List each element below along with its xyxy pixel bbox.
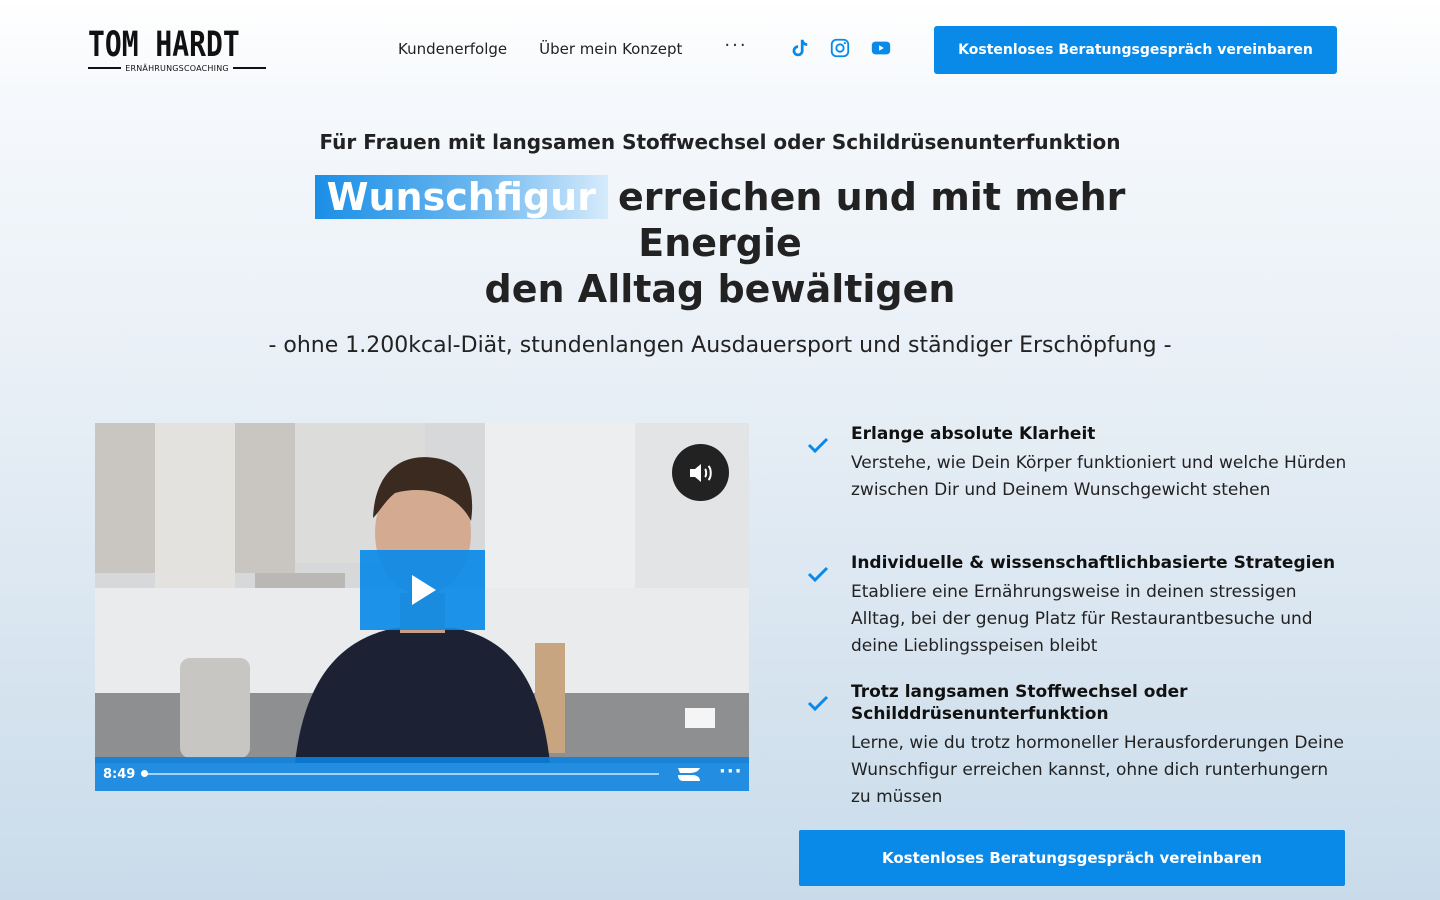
- play-button[interactable]: [360, 550, 485, 630]
- main-nav: Kundenerfolge Über mein Konzept ···: [398, 35, 748, 59]
- hero-kicker: Für Frauen mit langsamen Stoffwechsel od…: [319, 130, 1121, 154]
- cta-button-header[interactable]: Kostenloses Beratungsgespräch vereinbare…: [934, 26, 1337, 74]
- video-more-options-icon[interactable]: ···: [719, 761, 743, 782]
- instagram-icon[interactable]: [829, 37, 851, 59]
- headline-highlight: Wunschfigur: [314, 175, 608, 219]
- feature-item: Trotz langsamen Stoffwechsel oder Schild…: [806, 681, 1351, 811]
- logo-divider-left: [88, 67, 122, 69]
- feature-title: Individuelle & wissenschaftlichbasierte …: [851, 553, 1336, 573]
- checkmark-icon: [807, 695, 829, 712]
- feature-item: Individuelle & wissenschaftlichbasierte …: [806, 552, 1351, 660]
- feature-title: Trotz langsamen Stoffwechsel oder Schild…: [851, 682, 1188, 724]
- nav-more-icon[interactable]: ···: [724, 35, 747, 56]
- video-controls: 8:49 ···: [95, 757, 749, 791]
- youtube-icon[interactable]: [870, 37, 892, 59]
- checkmark-icon: [807, 437, 829, 454]
- checkmark-icon: [807, 566, 829, 583]
- headline-line-2: den Alltag bewältigen: [484, 267, 956, 311]
- feature-text: Verstehe, wie Dein Körper funktioniert u…: [851, 453, 1347, 500]
- volume-icon: [689, 463, 712, 482]
- wistia-logo-icon[interactable]: [677, 765, 701, 783]
- hero-subline: - ohne 1.200kcal-Diät, stundenlangen Aus…: [268, 333, 1172, 358]
- logo-tagline: ERNÄHRUNGSCOACHING: [125, 63, 229, 73]
- logo-tagline-row: ERNÄHRUNGSCOACHING: [88, 63, 266, 73]
- logo-divider-right: [232, 67, 266, 69]
- feature-title: Erlange absolute Klarheit: [851, 424, 1096, 444]
- video-duration: 8:49: [103, 766, 136, 782]
- nav-link-konzept[interactable]: Über mein Konzept: [539, 40, 682, 58]
- logo-name: TOM HARDT: [88, 25, 240, 65]
- site-header: TOM HARDT ERNÄHRUNGSCOACHING Kundenerfol…: [0, 0, 1440, 98]
- mute-toggle-button[interactable]: [672, 444, 729, 501]
- social-links: [788, 37, 892, 59]
- video-progress-handle[interactable]: [141, 770, 148, 777]
- nav-link-kundenerfolge[interactable]: Kundenerfolge: [398, 40, 507, 58]
- headline-line-1: erreichen und mit mehr Energie: [617, 175, 1126, 265]
- tiktok-icon[interactable]: [788, 37, 810, 59]
- feature-text: Etabliere eine Ernährungsweise in deinen…: [851, 582, 1313, 656]
- hero-headline: Wunschfigur erreichen und mit mehr Energi…: [270, 174, 1170, 312]
- video-player[interactable]: 8:49 ···: [95, 423, 749, 791]
- play-icon: [411, 575, 436, 605]
- video-progress-track[interactable]: [143, 773, 659, 775]
- cta-button-main[interactable]: Kostenloses Beratungsgespräch vereinbare…: [799, 830, 1345, 886]
- feature-item: Erlange absolute Klarheit Verstehe, wie …: [806, 423, 1351, 504]
- logo[interactable]: TOM HARDT ERNÄHRUNGSCOACHING: [88, 27, 268, 73]
- feature-text: Lerne, wie du trotz hormoneller Herausfo…: [851, 733, 1344, 807]
